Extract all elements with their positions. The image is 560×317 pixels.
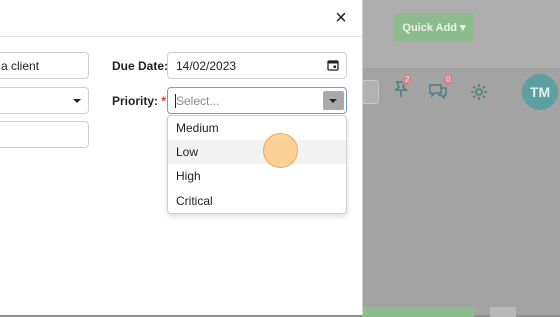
background-footer-element (490, 307, 516, 317)
required-mark: * (161, 94, 167, 108)
task-modal: × a client Due Date: 14/02/2023 Priority… (0, 0, 363, 315)
priority-placeholder: Select... (176, 94, 220, 108)
chat-badge: 0 (444, 74, 453, 85)
user-avatar[interactable]: TM (522, 74, 558, 110)
background-search-field[interactable] (362, 80, 379, 104)
chevron-down-icon (73, 99, 81, 103)
calendar-icon[interactable] (327, 59, 339, 74)
background-page: Quick Add ▾ 2 0 TM (362, 0, 560, 317)
chat-icon[interactable] (428, 82, 448, 105)
option-high[interactable]: High (168, 164, 346, 188)
close-icon[interactable]: × (332, 8, 350, 28)
due-date-input[interactable]: 14/02/2023 (167, 52, 347, 79)
client-field-value: a client (1, 59, 40, 73)
pin-badge: 2 (403, 74, 412, 85)
modal-header (0, 0, 362, 37)
client-field[interactable]: a client (0, 52, 89, 79)
click-indicator (263, 133, 298, 168)
quick-add-button[interactable]: Quick Add ▾ (394, 13, 474, 42)
priority-label-text: Priority: (112, 94, 159, 108)
due-date-label: Due Date: (112, 59, 169, 73)
option-critical[interactable]: Critical (168, 189, 346, 213)
priority-label: Priority: * (112, 94, 166, 108)
option-low[interactable]: Low (168, 140, 346, 164)
left-input[interactable] (0, 121, 89, 148)
priority-options-list: Medium Low High Critical (167, 115, 347, 214)
background-footer-button[interactable] (362, 307, 474, 317)
text-cursor (175, 94, 176, 108)
chevron-down-icon (329, 99, 337, 103)
due-date-value: 14/02/2023 (176, 59, 237, 73)
gear-icon[interactable] (470, 83, 488, 106)
option-medium[interactable]: Medium (168, 116, 346, 140)
left-select[interactable] (0, 87, 89, 114)
priority-select[interactable]: Select... (167, 87, 347, 114)
priority-dropdown-toggle[interactable] (323, 91, 344, 110)
